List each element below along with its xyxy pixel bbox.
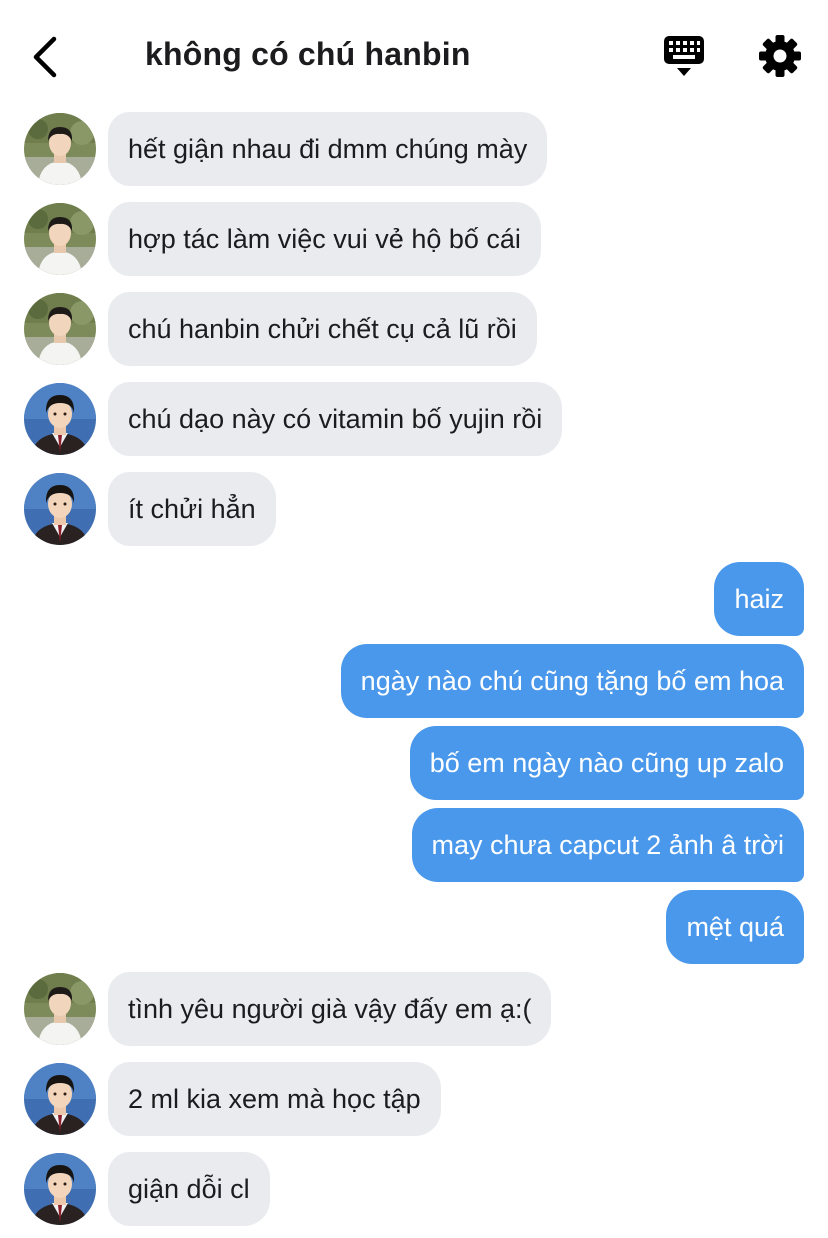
message-bubble-incoming[interactable]: ít chửi hẳn [108, 472, 276, 546]
avatar-uniform-icon [24, 473, 96, 545]
chat-title: không có chú hanbin [145, 36, 471, 72]
message-bubble-incoming[interactable]: tình yêu người già vậy đấy em ạ:( [108, 972, 552, 1046]
message-bubble-outgoing[interactable]: may chưa capcut 2 ảnh â trời [411, 808, 804, 882]
avatar-white-shirt-icon [24, 293, 96, 365]
message-bubble-outgoing[interactable]: ngày nào chú cũng tặng bố em hoa [340, 644, 804, 718]
message-bubble-incoming[interactable]: hết giận nhau đi dmm chúng mày [108, 112, 548, 186]
avatar-white-shirt-icon [24, 973, 96, 1045]
keyboard-button[interactable] [660, 34, 708, 80]
message-bubble-incoming[interactable]: giận dỗi cl [108, 1152, 270, 1226]
gear-icon [759, 35, 801, 77]
avatar[interactable] [24, 1153, 96, 1225]
avatar[interactable] [24, 203, 96, 275]
chat-header: không có chú hanbin [0, 0, 828, 108]
avatar[interactable] [24, 473, 96, 545]
avatar-uniform-icon [24, 383, 96, 455]
avatar[interactable] [24, 383, 96, 455]
keyboard-icon [664, 36, 704, 76]
avatar[interactable] [24, 1063, 96, 1135]
settings-button[interactable] [758, 34, 802, 78]
avatar-uniform-icon [24, 1063, 96, 1135]
message-bubble-outgoing[interactable]: bố em ngày nào cũng up zalo [409, 726, 804, 800]
message-bubble-incoming[interactable]: hợp tác làm việc vui vẻ hộ bố cái [108, 202, 541, 276]
message-bubble-incoming[interactable]: chú dạo này có vitamin bố yujin rồi [108, 382, 563, 456]
message-bubble-outgoing[interactable]: haiz [714, 562, 804, 636]
avatar[interactable] [24, 293, 96, 365]
avatar-white-shirt-icon [24, 113, 96, 185]
avatar-white-shirt-icon [24, 203, 96, 275]
back-button[interactable] [22, 32, 68, 82]
avatar[interactable] [24, 973, 96, 1045]
avatar-uniform-icon [24, 1153, 96, 1225]
chat-screen: không có chú hanbin hết giận nhau đi dmm… [0, 0, 828, 1238]
chevron-left-icon [33, 36, 57, 78]
message-bubble-incoming[interactable]: 2 ml kia xem mà học tập [108, 1062, 441, 1136]
message-bubble-incoming[interactable]: chú hanbin chửi chết cụ cả lũ rồi [108, 292, 537, 366]
avatar[interactable] [24, 113, 96, 185]
message-bubble-outgoing[interactable]: mệt quá [666, 890, 804, 964]
